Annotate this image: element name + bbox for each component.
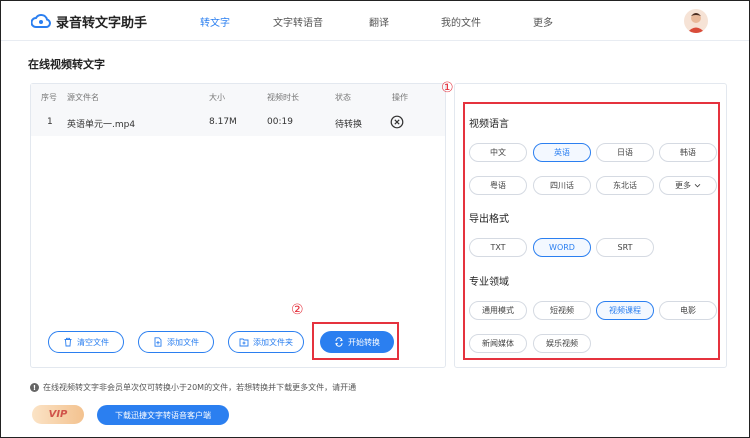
- add-folder-label: 添加文件夹: [253, 337, 293, 347]
- file-add-icon: [154, 337, 162, 347]
- avatar-icon: [687, 13, 705, 33]
- row-index: 1: [47, 117, 53, 127]
- table-row: 1 英语单元一.mp4 8.17M 00:19 待转换: [31, 108, 445, 136]
- row-size: 8.17M: [209, 117, 237, 127]
- annotation-box-2: [312, 322, 399, 360]
- annotation-box-1: [463, 102, 720, 360]
- nav-translate[interactable]: 翻译: [369, 14, 389, 29]
- cloud-logo-icon[interactable]: [31, 12, 51, 28]
- info-icon: !: [30, 383, 39, 392]
- col-duration: 视频时长: [267, 93, 299, 102]
- add-file-label: 添加文件: [167, 337, 199, 347]
- col-action: 操作: [392, 93, 408, 102]
- row-filename: 英语单元一.mp4: [67, 120, 136, 130]
- member-notice: ! 在线视频转文字非会员单次仅可转换小于20M的文件，若想转换并下载更多文件，请…: [30, 382, 356, 393]
- nav-transcribe[interactable]: 转文字: [200, 14, 230, 29]
- nav-text-to-speech[interactable]: 文字转语音: [273, 14, 323, 29]
- col-filename: 源文件名: [67, 93, 99, 102]
- close-circle-icon[interactable]: [390, 115, 404, 129]
- app-name[interactable]: 录音转文字助手: [56, 12, 147, 31]
- col-size: 大小: [209, 93, 225, 102]
- clear-files-label: 清空文件: [77, 337, 109, 347]
- add-file-button[interactable]: 添加文件: [138, 331, 214, 353]
- download-client-button[interactable]: 下载迅捷文字转语音客户端: [97, 405, 229, 425]
- file-table-header: 序号 源文件名 大小 视频时长 状态 操作: [31, 84, 445, 108]
- trash-icon: [64, 337, 72, 347]
- row-duration: 00:19: [267, 117, 293, 127]
- nav-more[interactable]: 更多: [533, 14, 553, 29]
- member-notice-text: 在线视频转文字非会员单次仅可转换小于20M的文件，若想转换并下载更多文件，请开通: [43, 383, 357, 392]
- col-status: 状态: [335, 93, 351, 102]
- annotation-marker-2: ②: [291, 302, 304, 318]
- clear-files-button[interactable]: 清空文件: [48, 331, 124, 353]
- row-status: 待转换: [335, 120, 363, 130]
- col-index: 序号: [41, 93, 57, 102]
- user-avatar[interactable]: [684, 9, 708, 33]
- nav-my-files[interactable]: 我的文件: [441, 14, 481, 29]
- page-title: 在线视频转文字: [28, 58, 105, 71]
- top-header: 录音转文字助手 转文字 文字转语音 翻译 我的文件 更多: [1, 1, 749, 41]
- add-folder-button[interactable]: 添加文件夹: [228, 331, 304, 353]
- annotation-marker-1: ①: [441, 80, 454, 96]
- vip-button[interactable]: VIP: [32, 405, 84, 424]
- folder-add-icon: [239, 338, 249, 347]
